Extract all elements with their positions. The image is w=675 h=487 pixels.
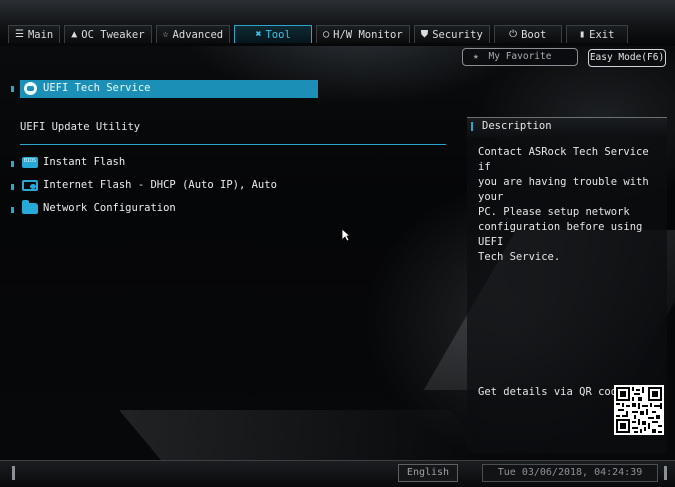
status-bar-edge	[664, 466, 667, 480]
my-favorite-button[interactable]: ★ My Favorite	[462, 48, 578, 66]
star-icon: ★	[473, 51, 479, 62]
item-marker	[11, 184, 14, 190]
uefi-tech-service-item[interactable]: UEFI Tech Service	[20, 80, 318, 98]
tab-label: Exit	[589, 28, 615, 41]
tab-exit[interactable]: ▮ Exit	[565, 25, 628, 43]
language-button[interactable]: English	[398, 464, 458, 482]
item-marker	[11, 207, 14, 213]
internet-flash-item[interactable]: Internet Flash - DHCP (Auto IP), Auto	[22, 179, 277, 191]
qr-code	[614, 385, 664, 435]
qr-label: Get details via QR code	[478, 386, 624, 398]
tech-service-icon	[24, 82, 37, 95]
tab-label: H/W Monitor	[333, 28, 403, 41]
monitor-icon: ◯	[323, 28, 330, 40]
instant-flash-item[interactable]: Instant Flash	[22, 156, 125, 168]
instant-flash-label: Instant Flash	[43, 156, 126, 168]
description-marker	[471, 122, 473, 131]
background-shard	[119, 410, 491, 460]
tab-label: Boot	[521, 28, 547, 41]
my-favorite-label: My Favorite	[488, 51, 552, 62]
tab-main[interactable]: ☰ Main	[8, 25, 61, 43]
tab-label: Advanced	[172, 28, 224, 41]
folder-icon	[22, 199, 38, 214]
tab-label: OC Tweaker	[81, 28, 145, 41]
network-configuration-label: Network Configuration	[43, 202, 176, 214]
rocket-icon: ▲	[71, 28, 78, 40]
tab-tool[interactable]: ✖ Tool	[234, 25, 313, 43]
tab-security[interactable]: ⛊ Security	[413, 25, 490, 43]
easy-mode-button[interactable]: Easy Mode(F6)	[588, 49, 666, 67]
network-configuration-item[interactable]: Network Configuration	[22, 199, 176, 214]
tab-label: Tool	[265, 28, 291, 41]
instant-flash-icon	[22, 156, 38, 168]
datetime-display[interactable]: Tue 03/06/2018, 04:24:39	[482, 464, 658, 482]
item-marker	[11, 161, 14, 167]
uefi-tech-service-label: UEFI Tech Service	[43, 82, 151, 94]
list-icon: ☰	[15, 28, 24, 40]
power-icon: ⏻	[509, 28, 518, 40]
tab-boot[interactable]: ⏻ Boot	[493, 25, 562, 43]
tab-hw-monitor[interactable]: ◯ H/W Monitor	[316, 25, 410, 43]
section-title: UEFI Update Utility	[20, 121, 141, 133]
internet-flash-icon	[22, 179, 38, 191]
tab-oc-tweaker[interactable]: ▲ OC Tweaker	[64, 25, 152, 43]
tab-label: Security	[432, 28, 483, 41]
item-marker	[11, 86, 14, 92]
status-bar-edge	[12, 466, 15, 480]
mouse-cursor-icon	[341, 228, 351, 242]
description-title: Description	[482, 120, 552, 132]
star-icon: ☆	[162, 28, 169, 40]
internet-flash-label: Internet Flash - DHCP (Auto IP), Auto	[43, 179, 277, 191]
tools-icon: ✖	[255, 28, 262, 40]
section-divider	[20, 144, 446, 145]
shield-icon: ⛊	[420, 28, 429, 40]
nav-tabs: ☰ Main ▲ OC Tweaker ☆ Advanced ✖ Tool ◯ …	[8, 25, 628, 43]
tab-label: Main	[27, 28, 54, 41]
easy-mode-label: Easy Mode(F6)	[589, 52, 665, 63]
exit-icon: ▮	[579, 28, 586, 40]
tab-advanced[interactable]: ☆ Advanced	[155, 25, 231, 43]
description-text: Contact ASRock Tech Service if you are h…	[478, 146, 649, 263]
